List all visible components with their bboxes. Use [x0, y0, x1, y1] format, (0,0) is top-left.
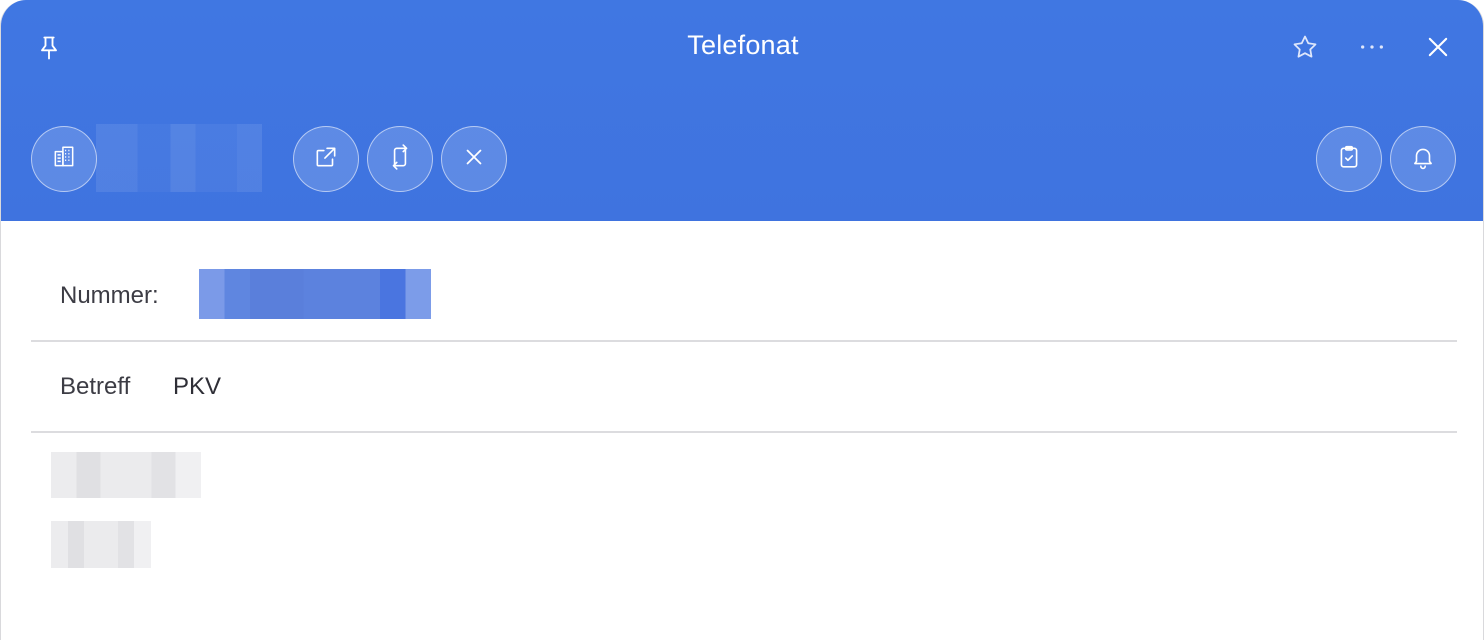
more-icon[interactable]	[1354, 29, 1390, 65]
subject-value: PKV	[173, 373, 222, 400]
window-header: Telefonat	[1, 0, 1483, 221]
redacted-note-line-1	[51, 452, 201, 498]
swap-button[interactable]	[367, 126, 433, 192]
number-row: Nummer:	[31, 221, 1457, 342]
bell-icon	[1410, 144, 1436, 175]
close-icon[interactable]	[1420, 29, 1456, 65]
cancel-icon	[461, 144, 487, 175]
company-button[interactable]	[31, 126, 97, 192]
open-external-icon	[313, 144, 339, 175]
reminder-button[interactable]	[1390, 126, 1456, 192]
redacted-contact-name	[96, 124, 262, 192]
window-title: Telefonat	[687, 30, 799, 60]
subject-label: Betreff	[60, 373, 131, 400]
subject-row: Betreff PKV	[31, 342, 1457, 433]
open-external-button[interactable]	[293, 126, 359, 192]
clipboard-check-icon	[1336, 144, 1362, 175]
swap-icon	[387, 143, 413, 175]
building-icon	[51, 144, 77, 175]
number-label: Nummer:	[60, 282, 159, 309]
star-icon[interactable]	[1287, 29, 1323, 65]
cancel-button[interactable]	[441, 126, 507, 192]
redacted-note-line-2	[51, 521, 151, 568]
redacted-phone-number	[199, 269, 431, 319]
task-button[interactable]	[1316, 126, 1382, 192]
call-window: Telefonat Nummer: Betreff PKV	[0, 0, 1484, 640]
